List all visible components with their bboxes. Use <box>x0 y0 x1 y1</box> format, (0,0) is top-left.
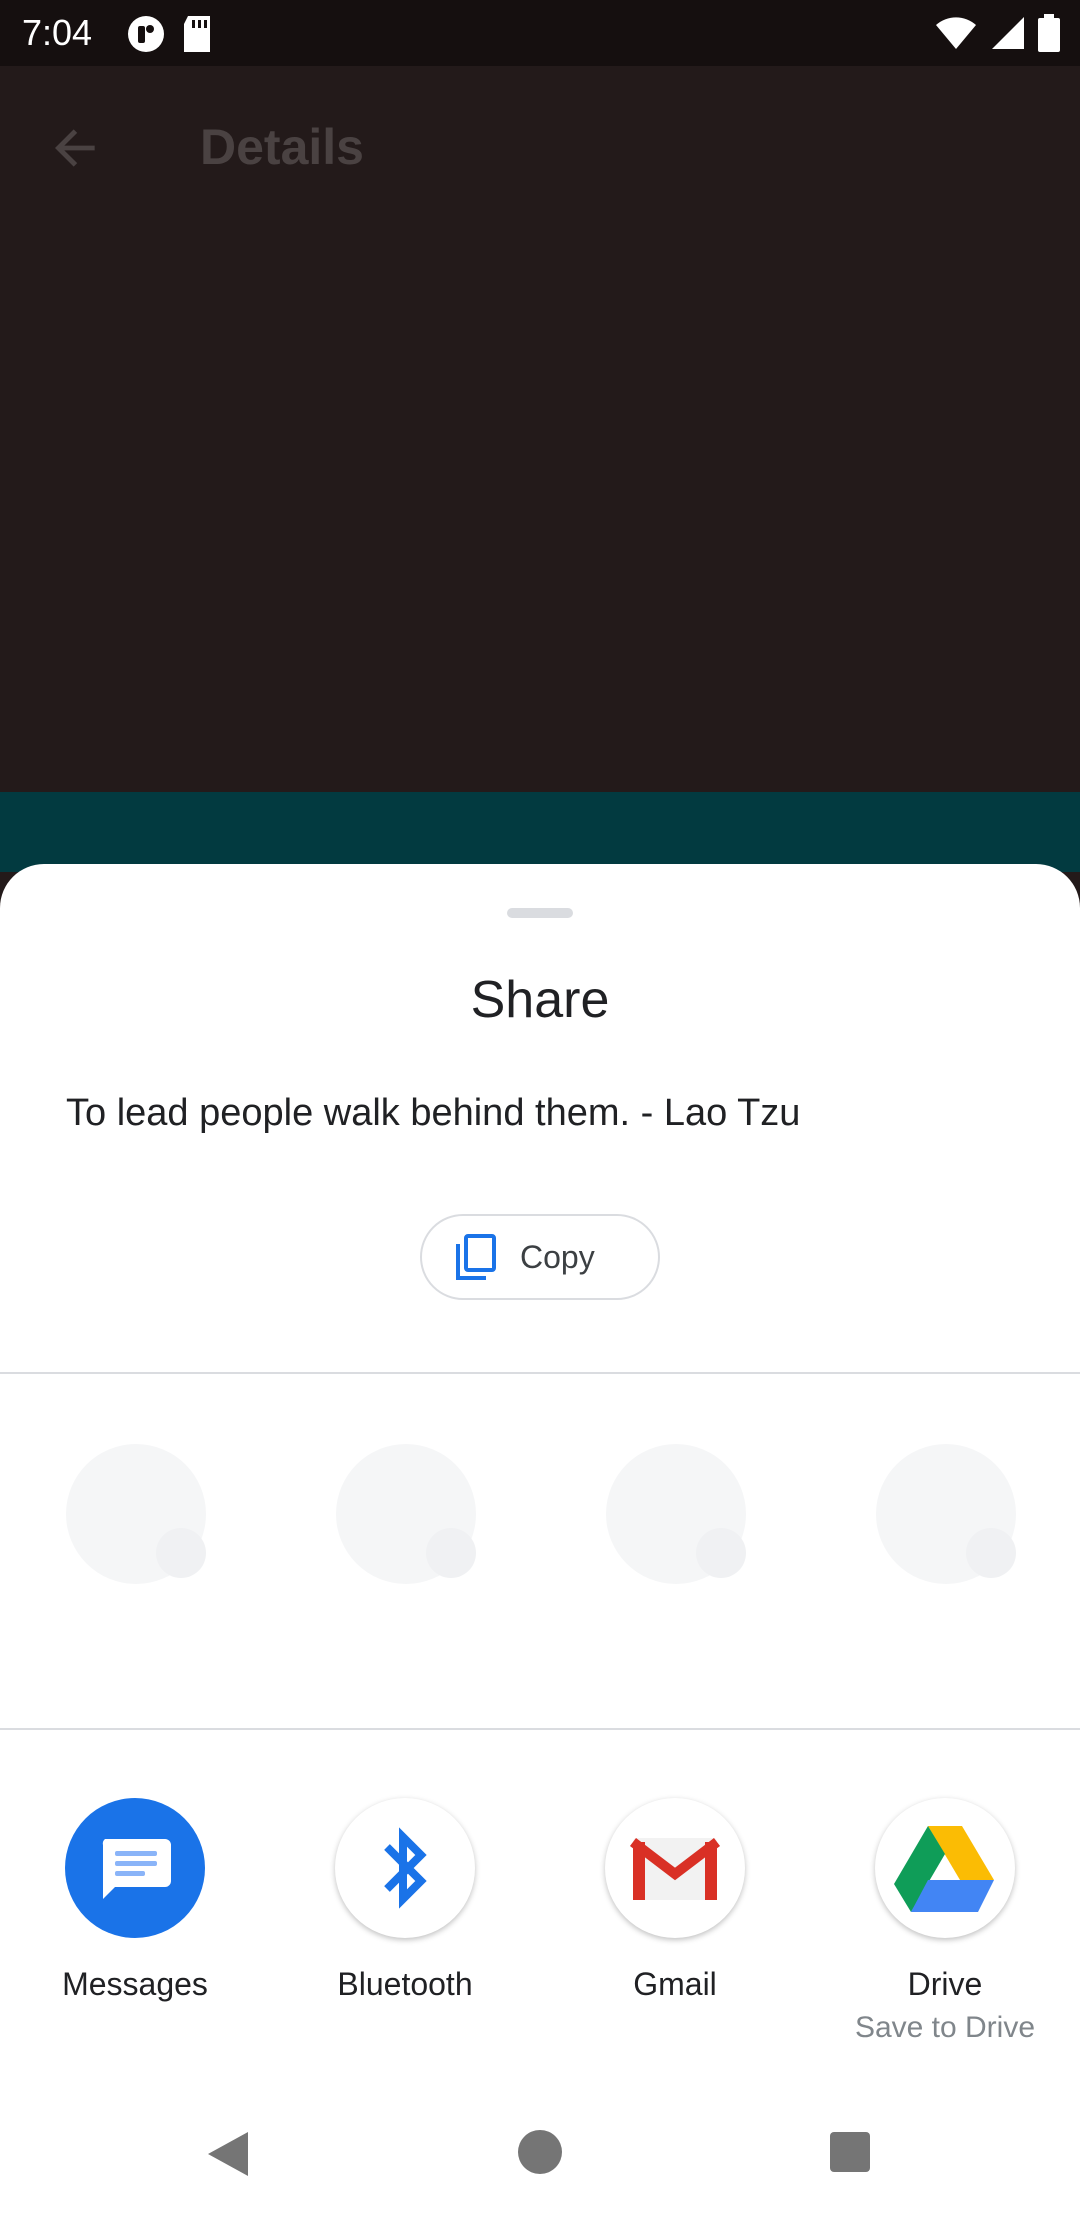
app-notification-icon <box>128 16 164 52</box>
nav-back-icon[interactable] <box>206 2130 250 2178</box>
share-target-drive[interactable]: Drive Save to Drive <box>810 1798 1080 2048</box>
notification-icons <box>126 14 214 54</box>
direct-share-placeholder <box>606 1444 746 1584</box>
copy-icon <box>456 1234 496 1280</box>
share-target-label: Bluetooth <box>337 1966 473 2002</box>
divider <box>0 1728 1080 1730</box>
messages-icon <box>65 1798 205 1938</box>
status-bar: 7:04 <box>0 0 1080 66</box>
share-target-label: Messages <box>62 1966 208 2002</box>
background-content <box>0 792 1080 872</box>
gmail-icon <box>605 1798 745 1938</box>
share-target-label: Drive <box>907 1966 983 2002</box>
arrow-back-icon[interactable] <box>48 120 104 176</box>
battery-icon <box>1038 14 1060 52</box>
divider <box>0 1372 1080 1374</box>
share-target-sub-label: Save to Drive <box>854 2011 1036 2044</box>
page-title: Details <box>200 119 364 175</box>
share-sheet: Share To lead people walk behind them. -… <box>0 864 1080 2220</box>
direct-share-placeholder <box>66 1444 206 1584</box>
share-target-gmail[interactable]: Gmail <box>540 1798 810 2004</box>
shared-text-preview: To lead people walk behind them. - Lao T… <box>66 1092 801 1134</box>
direct-share-placeholder <box>336 1444 476 1584</box>
copy-label: Copy <box>520 1238 595 1275</box>
share-sheet-title: Share <box>470 971 610 1029</box>
sd-card-icon <box>184 16 210 52</box>
app-bar: Details <box>0 66 1080 226</box>
share-target-bluetooth[interactable]: Bluetooth <box>270 1798 540 2004</box>
share-target-label: Gmail <box>633 1966 717 2002</box>
drag-handle[interactable] <box>507 908 573 918</box>
drive-icon <box>875 1798 1015 1938</box>
cell-signal-icon <box>992 17 1024 49</box>
status-time: 7:04 <box>22 12 93 53</box>
share-target-messages[interactable]: Messages <box>0 1798 270 2004</box>
copy-button[interactable]: Copy <box>420 1214 660 1300</box>
system-icons <box>934 14 1060 52</box>
nav-recents-icon[interactable] <box>830 2132 870 2172</box>
bluetooth-icon <box>335 1798 475 1938</box>
nav-home-icon[interactable] <box>518 2130 562 2174</box>
wifi-icon <box>936 17 976 49</box>
navigation-bar <box>0 2100 1080 2220</box>
direct-share-placeholder <box>876 1444 1016 1584</box>
